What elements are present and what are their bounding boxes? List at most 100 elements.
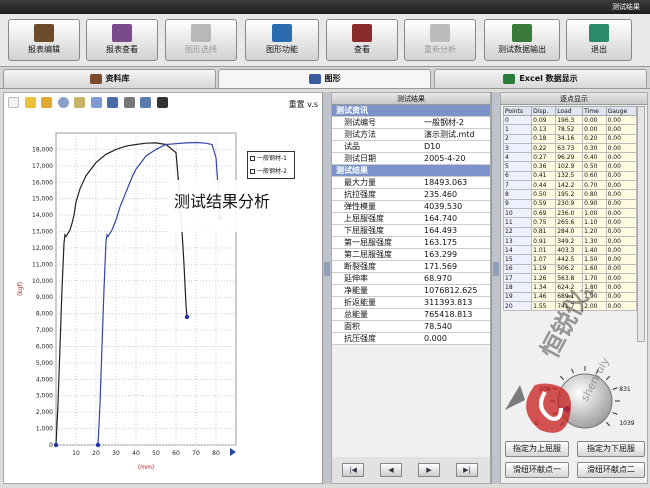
results-row: 断裂强度 171.569 xyxy=(332,261,490,273)
point-action-button-1[interactable]: 指定为上屈服 xyxy=(505,441,569,457)
tab-label: 资料库 xyxy=(105,74,130,83)
table-row[interactable]: 8 0.50 195.2 0.80 0.00 xyxy=(502,189,638,200)
table-row[interactable]: 12 0.81 284.0 1.20 0.00 xyxy=(502,226,638,237)
chart-reset-button[interactable]: 重置 v.s xyxy=(289,99,318,110)
table-cell: 265.6 xyxy=(555,217,584,228)
table-row[interactable]: 19 1.46 689.1 1.90 0.00 xyxy=(502,291,638,302)
table-row[interactable]: 14 1.01 403.3 1.40 0.00 xyxy=(502,245,638,256)
result-value: 0.000 xyxy=(424,334,447,343)
results-row: 第二屈服强度 163.299 xyxy=(332,249,490,261)
legend-item-1[interactable]: 一般钢材-1 xyxy=(248,152,294,165)
knob-tick xyxy=(559,421,565,427)
result-key: 面积 xyxy=(344,322,360,331)
table-row[interactable]: 10 0.69 236.0 1.00 0.00 xyxy=(502,207,638,219)
table-cell: 19 xyxy=(502,291,533,302)
point-action-button-3[interactable]: 滑纽环献点一 xyxy=(505,462,569,478)
y-tick-label: 15,000 xyxy=(32,196,53,203)
table-row[interactable]: 9 0.59 230.9 0.90 0.00 xyxy=(502,198,638,209)
column-header[interactable]: Gauge xyxy=(605,106,638,116)
table-row[interactable]: 18 1.34 624.2 1.80 0.00 xyxy=(502,282,638,293)
tab-1[interactable]: 资料库 xyxy=(3,69,216,88)
results-row: 测试编号 一般钢材-2 xyxy=(332,117,490,129)
knob-indicator xyxy=(564,406,570,412)
toolbar-button-5[interactable]: 查看 xyxy=(326,19,398,61)
table-row[interactable]: 4 0.27 96.29 0.40 0.00 xyxy=(502,152,638,163)
image-icon[interactable] xyxy=(140,97,152,108)
toolbar-button-4[interactable]: 图形功能 xyxy=(245,19,319,61)
table-cell: 10 xyxy=(502,207,533,219)
tab-2[interactable]: 图形 xyxy=(218,69,431,88)
chart-type-icon[interactable] xyxy=(107,97,119,108)
table-cell: 0.44 xyxy=(531,180,557,191)
print-icon[interactable] xyxy=(123,97,135,108)
table-row[interactable]: 6 0.41 132.5 0.60 0.00 xyxy=(502,170,638,182)
reanalyze-icon xyxy=(430,24,450,42)
table-row[interactable]: 20 1.55 741.7 2.00 0.00 xyxy=(502,300,638,312)
x-tick-label: 40 xyxy=(132,450,140,457)
table-row[interactable]: 11 0.75 265.6 1.10 0.00 xyxy=(502,217,638,228)
column-header[interactable]: Load xyxy=(555,106,584,116)
point-action-button-2[interactable]: 指定为下屈服 xyxy=(577,441,645,457)
prev-record-button[interactable]: ◀ xyxy=(380,463,402,477)
copy-icon[interactable] xyxy=(74,97,86,108)
result-key: 断裂强度 xyxy=(344,262,376,271)
splitter-handle-icon[interactable] xyxy=(324,262,330,276)
last-record-button[interactable]: ▶| xyxy=(456,463,478,477)
toolbar-button-1[interactable]: 报表编辑 xyxy=(8,19,80,61)
report-view-icon xyxy=(112,24,132,42)
record-navigator: |◀ ◀ ▶ ▶| xyxy=(332,457,490,483)
pan-icon[interactable] xyxy=(41,97,53,108)
zoom-star-icon[interactable] xyxy=(24,97,36,108)
table-cell: 442.5 xyxy=(555,254,584,265)
table-row[interactable]: 13 0.91 349.2 1.30 0.00 xyxy=(502,235,638,247)
tab-3[interactable]: Excel 数据显示 xyxy=(434,69,647,88)
save-icon[interactable] xyxy=(156,97,168,108)
column-header[interactable]: Points xyxy=(502,106,533,116)
table-row[interactable]: 5 0.36 102.9 0.50 0.00 xyxy=(502,161,638,172)
column-header[interactable]: Time xyxy=(582,106,607,116)
checkbox-icon[interactable] xyxy=(250,169,255,174)
table-cell: 1.01 xyxy=(531,245,557,256)
toolbar-button-3[interactable]: 图形选择 xyxy=(165,19,237,61)
table-cell: 1.26 xyxy=(531,273,557,284)
table-cell: 1.40 xyxy=(582,245,607,256)
toolbar-button-8[interactable]: 退出 xyxy=(566,19,632,61)
blank-page-icon[interactable] xyxy=(8,97,19,108)
knob-dial[interactable] xyxy=(557,373,613,429)
legend-item-2[interactable]: 一般钢材-2 xyxy=(248,165,294,178)
first-record-button[interactable]: |◀ xyxy=(342,463,364,477)
table-cell: 230.9 xyxy=(555,198,584,209)
next-record-button[interactable]: ▶ xyxy=(418,463,440,477)
3d-icon[interactable] xyxy=(90,97,102,108)
table-row[interactable]: 17 1.26 563.8 1.70 0.00 xyxy=(502,273,638,284)
splitter-handle-icon[interactable] xyxy=(493,262,499,276)
legend-label: 一般钢材-2 xyxy=(257,168,287,175)
table-row[interactable]: 0 0.09 196.3 0.00 0.00 xyxy=(502,114,638,126)
point-action-button-4[interactable]: 滑纽环献点二 xyxy=(577,462,645,478)
column-header[interactable]: Disp. xyxy=(531,106,557,116)
splitter-left[interactable] xyxy=(322,92,331,484)
table-row[interactable]: 7 0.44 142.2 0.70 0.00 xyxy=(502,180,638,191)
toolbar-button-6[interactable]: 重新分析 xyxy=(404,19,476,61)
checkbox-icon[interactable] xyxy=(250,156,255,161)
table-cell: 0.20 xyxy=(582,133,607,144)
table-cell: 0.00 xyxy=(605,207,638,219)
points-scrollbar[interactable] xyxy=(637,106,645,342)
toolbar-button-7[interactable]: 测试数据输出 xyxy=(484,19,560,61)
result-key: 弹性模量 xyxy=(344,202,376,211)
table-cell: 0.00 xyxy=(582,114,607,126)
table-cell: 0.00 xyxy=(605,170,638,182)
results-panel: 测试结果 测试资讯 测试编号 一般钢材-2 测试方法 演示测试.mtd 试品 D10 测试日期… xyxy=(331,92,491,484)
table-cell: 1.19 xyxy=(531,263,557,275)
table-row[interactable]: 16 1.19 506.2 1.60 0.00 xyxy=(502,263,638,275)
table-cell: 132.5 xyxy=(555,170,584,182)
toolbar-button-2[interactable]: 报表查看 xyxy=(86,19,158,61)
table-row[interactable]: 2 0.18 34.16 0.20 0.00 xyxy=(502,133,638,144)
splitter-right[interactable] xyxy=(491,92,500,484)
table-row[interactable]: 1 0.13 78.52 0.00 0.00 xyxy=(502,124,638,135)
magnifier-icon[interactable] xyxy=(57,97,69,108)
table-row[interactable]: 15 1.07 442.5 1.50 0.00 xyxy=(502,254,638,265)
table-row[interactable]: 3 0.22 63.73 0.30 0.00 xyxy=(502,142,638,154)
table-cell: 6 xyxy=(502,170,533,182)
table-cell: 13 xyxy=(502,235,533,247)
